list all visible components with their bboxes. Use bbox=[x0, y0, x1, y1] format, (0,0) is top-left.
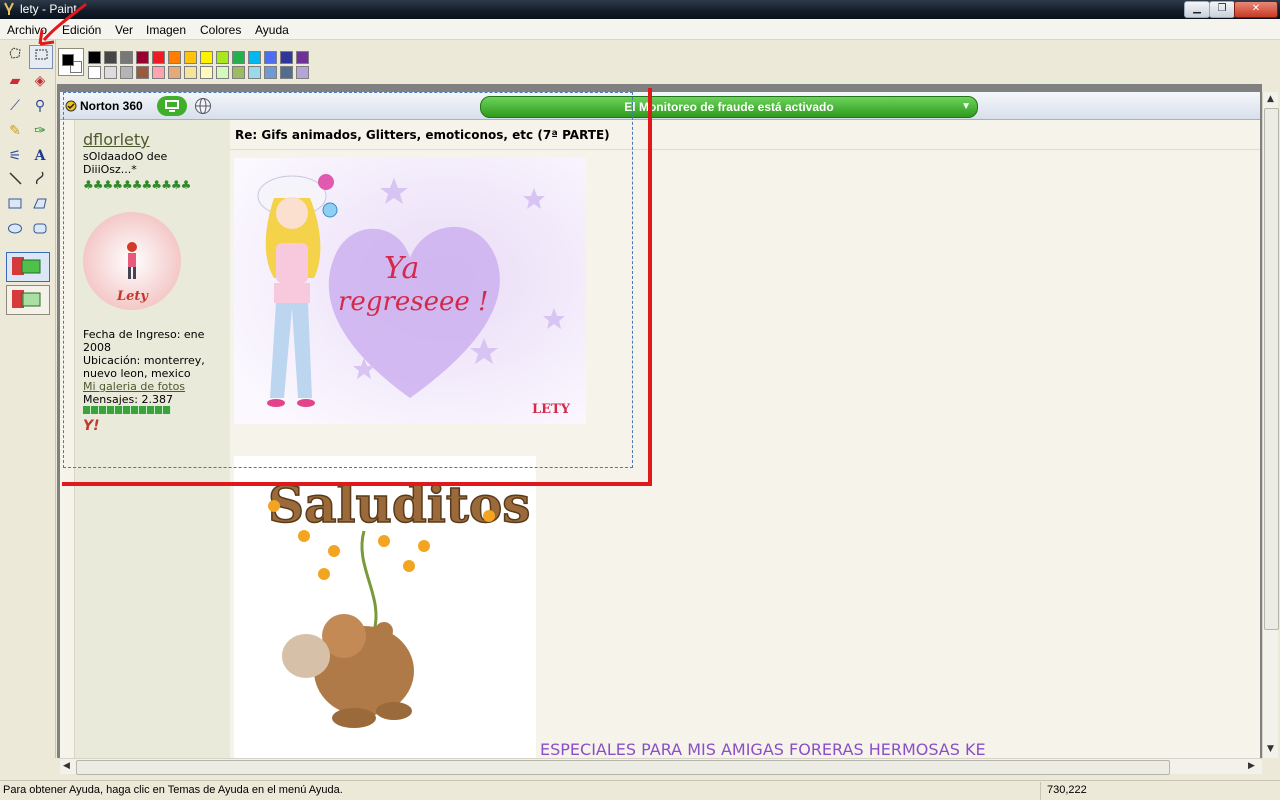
text-tool[interactable]: A bbox=[29, 145, 51, 167]
title-bar: lety - Paint ▁ ❐ ✕ bbox=[0, 0, 1280, 19]
brush-tool[interactable]: ✑ bbox=[29, 120, 51, 142]
palette-swatch[interactable] bbox=[280, 51, 293, 64]
palette-swatch[interactable] bbox=[232, 66, 245, 79]
restore-icon: ❐ bbox=[1217, 3, 1227, 14]
palette-swatch[interactable] bbox=[184, 51, 197, 64]
palette-swatch[interactable] bbox=[200, 51, 213, 64]
rectangle-tool[interactable] bbox=[4, 195, 26, 217]
fill-bucket-icon: ◈ bbox=[34, 73, 46, 89]
horizontal-scrollbar[interactable]: ◀ ▶ bbox=[60, 758, 1262, 775]
palette-swatch[interactable] bbox=[168, 51, 181, 64]
fill-tool[interactable]: ◈ bbox=[29, 70, 51, 92]
saluditos-illustration: Saluditos bbox=[234, 456, 536, 758]
rounded-rectangle-tool[interactable] bbox=[29, 220, 51, 242]
vertical-scrollbar[interactable]: ▲ ▼ bbox=[1262, 92, 1279, 758]
pencil-tool[interactable]: ✎ bbox=[4, 120, 26, 142]
palette-swatch[interactable] bbox=[104, 66, 117, 79]
ellipse-tool[interactable] bbox=[4, 220, 26, 242]
fraud-status-text: El Monitoreo de fraude está activado bbox=[624, 100, 834, 114]
airbrush-icon: ⚟ bbox=[8, 148, 22, 164]
palette-swatch[interactable] bbox=[248, 51, 261, 64]
palette-swatch[interactable] bbox=[184, 66, 197, 79]
red-arrow-annotation bbox=[38, 2, 87, 46]
pencil-icon: ✎ bbox=[9, 123, 21, 139]
palette-swatch[interactable] bbox=[216, 51, 229, 64]
palette-swatch[interactable] bbox=[104, 51, 117, 64]
scroll-right-arrow-icon[interactable]: ▶ bbox=[1248, 761, 1255, 771]
red-annotation-box bbox=[62, 88, 652, 486]
curve-tool[interactable] bbox=[29, 170, 51, 192]
palette-swatch[interactable] bbox=[264, 51, 277, 64]
eraser-tool[interactable]: ▰ bbox=[4, 70, 26, 92]
scroll-left-arrow-icon[interactable]: ◀ bbox=[63, 761, 70, 771]
dropdown-caret-icon: ▼ bbox=[961, 101, 971, 112]
minimize-button[interactable]: ▁ bbox=[1184, 1, 1210, 18]
toolbox: ▰ ◈ ⟋ ⚲ ✎ ✑ ⚟ A bbox=[0, 40, 56, 758]
palette-swatch[interactable] bbox=[216, 66, 229, 79]
palette-swatch[interactable] bbox=[168, 66, 181, 79]
polygon-tool[interactable] bbox=[29, 195, 51, 217]
status-help-text: Para obtener Ayuda, haga clic en Temas d… bbox=[3, 784, 343, 796]
palette-swatch[interactable] bbox=[280, 66, 293, 79]
palette-swatch[interactable] bbox=[296, 51, 309, 64]
palette-swatch[interactable] bbox=[200, 66, 213, 79]
maximize-button[interactable]: ❐ bbox=[1209, 1, 1235, 18]
saluditos-gif: Saluditos bbox=[234, 456, 536, 758]
scroll-down-arrow-icon[interactable]: ▼ bbox=[1267, 744, 1274, 754]
curve-icon bbox=[35, 171, 44, 185]
brush-icon: ✑ bbox=[34, 123, 46, 139]
free-form-select-tool[interactable] bbox=[4, 45, 26, 67]
magnifier-icon: ⚲ bbox=[34, 98, 46, 114]
vertical-scroll-thumb[interactable] bbox=[1264, 108, 1279, 630]
text-icon: A bbox=[34, 148, 46, 164]
opaque-option[interactable] bbox=[6, 252, 50, 282]
minimize-icon: ▁ bbox=[1193, 3, 1201, 14]
palette-swatch[interactable] bbox=[88, 66, 101, 79]
menu-ayuda[interactable]: Ayuda bbox=[255, 23, 289, 37]
eyedropper-icon: ⟋ bbox=[10, 98, 20, 114]
color-palette bbox=[56, 40, 1280, 84]
paint-app-icon bbox=[4, 2, 14, 15]
magnifier-tool[interactable]: ⚲ bbox=[29, 95, 51, 117]
lasso-icon bbox=[9, 47, 21, 59]
menu-colores[interactable]: Colores bbox=[200, 23, 241, 37]
line-tool[interactable] bbox=[4, 170, 26, 192]
palette-swatch[interactable] bbox=[264, 66, 277, 79]
palette-swatch[interactable] bbox=[296, 66, 309, 79]
line-icon bbox=[9, 172, 22, 185]
status-bar: Para obtener Ayuda, haga clic en Temas d… bbox=[0, 780, 1280, 800]
cursor-coordinates: 730,222 bbox=[1047, 784, 1087, 796]
airbrush-tool[interactable]: ⚟ bbox=[4, 145, 26, 167]
footer-text: ESPECIALES PARA MIS AMIGAS FORERAS HERMO… bbox=[540, 740, 986, 758]
eraser-icon: ▰ bbox=[9, 73, 21, 89]
palette-swatch[interactable] bbox=[88, 51, 101, 64]
status-coordinates: 730,222 bbox=[1040, 782, 1280, 800]
rounded-rectangle-icon bbox=[33, 223, 47, 234]
palette-swatch[interactable] bbox=[232, 51, 245, 64]
menu-ver[interactable]: Ver bbox=[115, 23, 133, 37]
horizontal-scroll-thumb[interactable] bbox=[76, 760, 1170, 775]
polygon-icon bbox=[33, 198, 47, 209]
palette-swatch[interactable] bbox=[120, 66, 133, 79]
menu-bar: Archivo Edición Ver Imagen Colores Ayuda bbox=[0, 19, 1280, 40]
transparent-option[interactable] bbox=[6, 285, 50, 315]
opaque-shapes-icon bbox=[12, 257, 41, 275]
close-icon: ✕ bbox=[1251, 3, 1261, 14]
palette-swatch[interactable] bbox=[152, 66, 165, 79]
palette-swatch[interactable] bbox=[136, 66, 149, 79]
foreground-color[interactable] bbox=[62, 54, 74, 66]
palette-swatch[interactable] bbox=[120, 51, 133, 64]
close-button[interactable]: ✕ bbox=[1234, 1, 1278, 18]
transparent-shapes-icon bbox=[12, 290, 41, 308]
palette-swatch[interactable] bbox=[248, 66, 261, 79]
current-colors bbox=[58, 48, 84, 76]
menu-imagen[interactable]: Imagen bbox=[146, 23, 186, 37]
palette-swatch[interactable] bbox=[136, 51, 149, 64]
ellipse-icon bbox=[8, 223, 22, 234]
palette-swatch[interactable] bbox=[152, 51, 165, 64]
color-picker-tool[interactable]: ⟋ bbox=[4, 95, 26, 117]
scroll-up-arrow-icon[interactable]: ▲ bbox=[1267, 94, 1274, 104]
rectangle-icon bbox=[8, 198, 22, 209]
